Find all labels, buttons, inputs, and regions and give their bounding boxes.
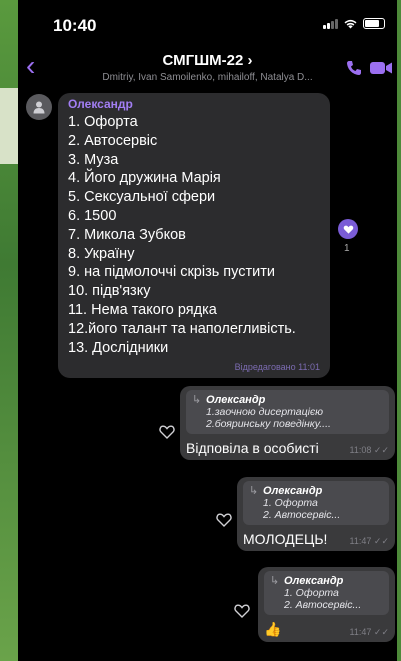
incoming-message-bubble[interactable]: Олександр 1. Офорта 2. Автосервіс 3. Муз… <box>58 93 330 378</box>
message-line: 9. на підмолоччі скрізь пустити <box>68 264 275 281</box>
heart-reaction-icon[interactable] <box>338 219 358 239</box>
chat-title[interactable]: СМГШМ-22 › <box>18 52 397 69</box>
edited-timestamp: Відредаговано 11:01 <box>234 362 320 372</box>
background-right-frame <box>397 0 401 661</box>
phone-screen: 10:40 ‹ СМГШМ-22 › Dmitriy, Ivan Samoile… <box>18 0 397 661</box>
outgoing-message-bubble[interactable]: ↳ Олександр 1. Офорта 2. Автосервіс... 👍… <box>258 567 395 642</box>
quote-line: 2. Автосервіс... <box>284 599 362 611</box>
quote-line: 2.бояринську поведінку.... <box>206 418 331 430</box>
quote-sender: Олександр <box>206 394 266 406</box>
message-line: 11. Нема такого рядка <box>68 301 217 318</box>
reply-text: Відповіла в особисті <box>186 440 319 456</box>
message-line: 4. Його дружина Марія <box>68 170 221 187</box>
avatar[interactable] <box>26 94 52 120</box>
status-time: 10:40 <box>53 16 97 35</box>
message-text: 1. Офорта 2. Автосервіс 3. Муза 4. Його … <box>68 113 320 357</box>
quote-sender: Олександр <box>284 575 344 587</box>
message-line: 8. Україну <box>68 245 135 262</box>
quote-line: 1.заочною дисертацією <box>206 406 324 418</box>
heart-outline-icon[interactable] <box>158 423 176 441</box>
reaction-count: 1 <box>344 243 350 254</box>
message-line: 10. підв'язку <box>68 283 151 300</box>
message-time: 11:47 ✓✓ <box>349 536 389 546</box>
reply-arrow-icon: ↳ <box>249 485 259 497</box>
quote-line: 2. Автосервіс... <box>263 509 341 521</box>
heart-outline-icon[interactable] <box>233 602 251 620</box>
background-left-strip <box>0 88 18 164</box>
reply-row: МОЛОДЕЦЬ! 11:47 ✓✓ <box>243 531 389 547</box>
wifi-icon <box>344 19 357 29</box>
message-line: 1. Офорта <box>68 114 138 130</box>
message-line: 12.його талант та наполегливість. <box>68 320 296 337</box>
outgoing-message-bubble[interactable]: ↳ Олександр 1.заочною дисертацією 2.бояр… <box>180 386 395 460</box>
quote-sender: Олександр <box>263 485 323 497</box>
message-line: 13. Дослідники <box>68 339 169 356</box>
double-check-icon: ✓✓ <box>373 536 389 546</box>
sender-name[interactable]: Олександр <box>68 97 320 111</box>
message-time: 11:08 ✓✓ <box>349 445 389 455</box>
reply-row: 👍 11:47 ✓✓ <box>264 621 389 638</box>
status-bar: 10:40 <box>18 0 397 48</box>
reply-arrow-icon: ↳ <box>270 575 280 587</box>
double-check-icon: ✓✓ <box>373 445 389 455</box>
message-line: 6. 1500 <box>68 207 117 224</box>
phone-icon[interactable] <box>345 59 363 77</box>
message-line: 3. Муза <box>68 151 119 168</box>
quoted-message[interactable]: ↳ Олександр 1.заочною дисертацією 2.бояр… <box>186 390 389 434</box>
quote-line: 1. Офорта <box>284 587 339 599</box>
double-check-icon: ✓✓ <box>373 627 389 637</box>
quote-line: 1. Офорта <box>263 497 318 509</box>
quoted-message[interactable]: ↳ Олександр 1. Офорта 2. Автосервіс... <box>243 481 389 525</box>
heart-outline-icon[interactable] <box>215 511 233 529</box>
outgoing-message-bubble[interactable]: ↳ Олександр 1. Офорта 2. Автосервіс... М… <box>237 477 395 551</box>
message-line: 7. Микола Зубков <box>68 226 186 243</box>
chat-members[interactable]: Dmitriy, Ivan Samoilenko, mihailoff, Nat… <box>78 72 337 83</box>
message-line: 2. Автосервіс <box>68 132 158 149</box>
person-icon <box>33 101 45 114</box>
signal-icon <box>323 18 338 29</box>
message-line: 5. Сексуальної сфери <box>68 189 216 206</box>
reply-row: Відповіла в особисті 11:08 ✓✓ <box>186 440 389 456</box>
reply-text: МОЛОДЕЦЬ! <box>243 531 328 547</box>
chat-header: ‹ СМГШМ-22 › Dmitriy, Ivan Samoilenko, m… <box>18 44 397 88</box>
reply-arrow-icon: ↳ <box>192 394 202 406</box>
video-camera-icon[interactable] <box>369 60 393 76</box>
message-time: 11:47 ✓✓ <box>349 627 389 637</box>
battery-icon <box>363 18 385 29</box>
quoted-message[interactable]: ↳ Олександр 1. Офорта 2. Автосервіс... <box>264 571 389 615</box>
thumbs-up-emoji: 👍 <box>264 621 282 637</box>
status-icons <box>323 18 385 29</box>
